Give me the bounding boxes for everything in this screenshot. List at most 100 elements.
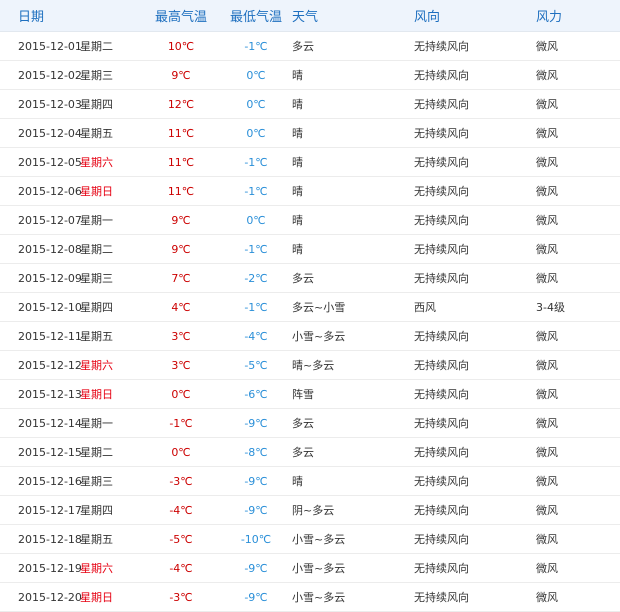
table-row: 2015-12-10星期四 4℃ -1℃ 多云~小雪 西风 3-4级 (0, 292, 620, 322)
date-text: 2015-12-07 (18, 214, 82, 227)
date-cell: 2015-12-02星期三 (0, 60, 146, 90)
high-temp-cell: 11℃ (146, 176, 222, 206)
date-text: 2015-12-16 (18, 475, 82, 488)
table-row: 2015-12-20星期日 -3℃ -9℃ 小雪~多云 无持续风向 微风 (0, 582, 620, 612)
weather-cell: 阴~多云 (290, 495, 412, 525)
table-row: 2015-12-12星期六 3℃ -5℃ 晴~多云 无持续风向 微风 (0, 350, 620, 380)
low-temp-cell: 0℃ (222, 89, 290, 119)
header-high-temp: 最高气温 (146, 0, 222, 32)
weather-cell: 晴 (290, 89, 412, 119)
wind-direction-cell: 无持续风向 (412, 466, 536, 496)
table-row: 2015-12-05星期六 11℃ -1℃ 晴 无持续风向 微风 (0, 147, 620, 177)
weekday-text: 星期日 (80, 388, 113, 401)
wind-direction-cell: 无持续风向 (412, 321, 536, 351)
weather-cell: 小雪~多云 (290, 524, 412, 554)
table-row: 2015-12-17星期四 -4℃ -9℃ 阴~多云 无持续风向 微风 (0, 495, 620, 525)
weekday-text: 星期六 (80, 562, 113, 575)
high-temp-cell: -4℃ (146, 553, 222, 583)
high-temp-cell: -4℃ (146, 495, 222, 525)
date-cell: 2015-12-06星期日 (0, 176, 146, 206)
header-wind-power: 风力 (536, 0, 620, 32)
weather-cell: 小雪~多云 (290, 321, 412, 351)
date-cell: 2015-12-09星期三 (0, 263, 146, 293)
high-temp-cell: -3℃ (146, 466, 222, 496)
wind-power-cell: 微风 (536, 350, 620, 380)
weather-cell: 晴 (290, 234, 412, 264)
table-row: 2015-12-03星期四 12℃ 0℃ 晴 无持续风向 微风 (0, 89, 620, 119)
date-text: 2015-12-06 (18, 185, 82, 198)
weekday-text: 星期六 (80, 359, 113, 372)
weather-cell: 多云 (290, 437, 412, 467)
wind-direction-cell: 无持续风向 (412, 89, 536, 119)
low-temp-cell: -1℃ (222, 176, 290, 206)
wind-power-cell: 微风 (536, 31, 620, 61)
date-cell: 2015-12-04星期五 (0, 118, 146, 148)
low-temp-cell: -1℃ (222, 31, 290, 61)
weather-cell: 小雪~多云 (290, 582, 412, 612)
table-row: 2015-12-07星期一 9℃ 0℃ 晴 无持续风向 微风 (0, 205, 620, 235)
low-temp-cell: 0℃ (222, 205, 290, 235)
date-text: 2015-12-12 (18, 359, 82, 372)
high-temp-cell: 4℃ (146, 292, 222, 322)
weather-cell: 阵雪 (290, 379, 412, 409)
table-row: 2015-12-11星期五 3℃ -4℃ 小雪~多云 无持续风向 微风 (0, 321, 620, 351)
low-temp-cell: -9℃ (222, 408, 290, 438)
low-temp-cell: -9℃ (222, 495, 290, 525)
date-text: 2015-12-04 (18, 127, 82, 140)
weekday-text: 星期二 (80, 446, 113, 459)
weekday-text: 星期四 (80, 504, 113, 517)
weekday-text: 星期五 (80, 127, 113, 140)
date-cell: 2015-12-20星期日 (0, 582, 146, 612)
wind-power-cell: 微风 (536, 176, 620, 206)
weather-cell: 晴 (290, 147, 412, 177)
date-text: 2015-12-03 (18, 98, 82, 111)
high-temp-cell: 3℃ (146, 321, 222, 351)
high-temp-cell: 10℃ (146, 31, 222, 61)
date-cell: 2015-12-18星期五 (0, 524, 146, 554)
wind-direction-cell: 无持续风向 (412, 524, 536, 554)
weekday-text: 星期二 (80, 40, 113, 53)
date-cell: 2015-12-05星期六 (0, 147, 146, 177)
low-temp-cell: -9℃ (222, 466, 290, 496)
wind-direction-cell: 无持续风向 (412, 118, 536, 148)
wind-power-cell: 微风 (536, 524, 620, 554)
date-cell: 2015-12-07星期一 (0, 205, 146, 235)
low-temp-cell: 0℃ (222, 118, 290, 148)
wind-power-cell: 微风 (536, 553, 620, 583)
date-text: 2015-12-08 (18, 243, 82, 256)
weekday-text: 星期日 (80, 185, 113, 198)
high-temp-cell: 0℃ (146, 379, 222, 409)
high-temp-cell: 7℃ (146, 263, 222, 293)
date-cell: 2015-12-17星期四 (0, 495, 146, 525)
wind-direction-cell: 无持续风向 (412, 234, 536, 264)
date-text: 2015-12-14 (18, 417, 82, 430)
low-temp-cell: -9℃ (222, 553, 290, 583)
wind-power-cell: 微风 (536, 234, 620, 264)
high-temp-cell: 11℃ (146, 147, 222, 177)
weekday-text: 星期三 (80, 475, 113, 488)
wind-direction-cell: 无持续风向 (412, 147, 536, 177)
wind-power-cell: 微风 (536, 321, 620, 351)
wind-power-cell: 微风 (536, 205, 620, 235)
weather-cell: 晴 (290, 466, 412, 496)
date-text: 2015-12-20 (18, 591, 82, 604)
weather-cell: 多云 (290, 408, 412, 438)
date-cell: 2015-12-10星期四 (0, 292, 146, 322)
date-cell: 2015-12-01星期二 (0, 31, 146, 61)
date-text: 2015-12-02 (18, 69, 82, 82)
date-cell: 2015-12-15星期二 (0, 437, 146, 467)
wind-direction-cell: 无持续风向 (412, 31, 536, 61)
table-row: 2015-12-13星期日 0℃ -6℃ 阵雪 无持续风向 微风 (0, 379, 620, 409)
date-cell: 2015-12-03星期四 (0, 89, 146, 119)
date-text: 2015-12-10 (18, 301, 82, 314)
low-temp-cell: -9℃ (222, 582, 290, 612)
table-body: 2015-12-01星期二 10℃ -1℃ 多云 无持续风向 微风 2015-1… (0, 31, 620, 612)
wind-direction-cell: 无持续风向 (412, 176, 536, 206)
weather-cell: 晴 (290, 205, 412, 235)
table-row: 2015-12-04星期五 11℃ 0℃ 晴 无持续风向 微风 (0, 118, 620, 148)
weekday-text: 星期五 (80, 533, 113, 546)
header-row: 日期 最高气温 最低气温 天气 风向 风力 (0, 0, 620, 32)
header-date: 日期 (0, 0, 146, 32)
table-row: 2015-12-19星期六 -4℃ -9℃ 小雪~多云 无持续风向 微风 (0, 553, 620, 583)
date-cell: 2015-12-14星期一 (0, 408, 146, 438)
